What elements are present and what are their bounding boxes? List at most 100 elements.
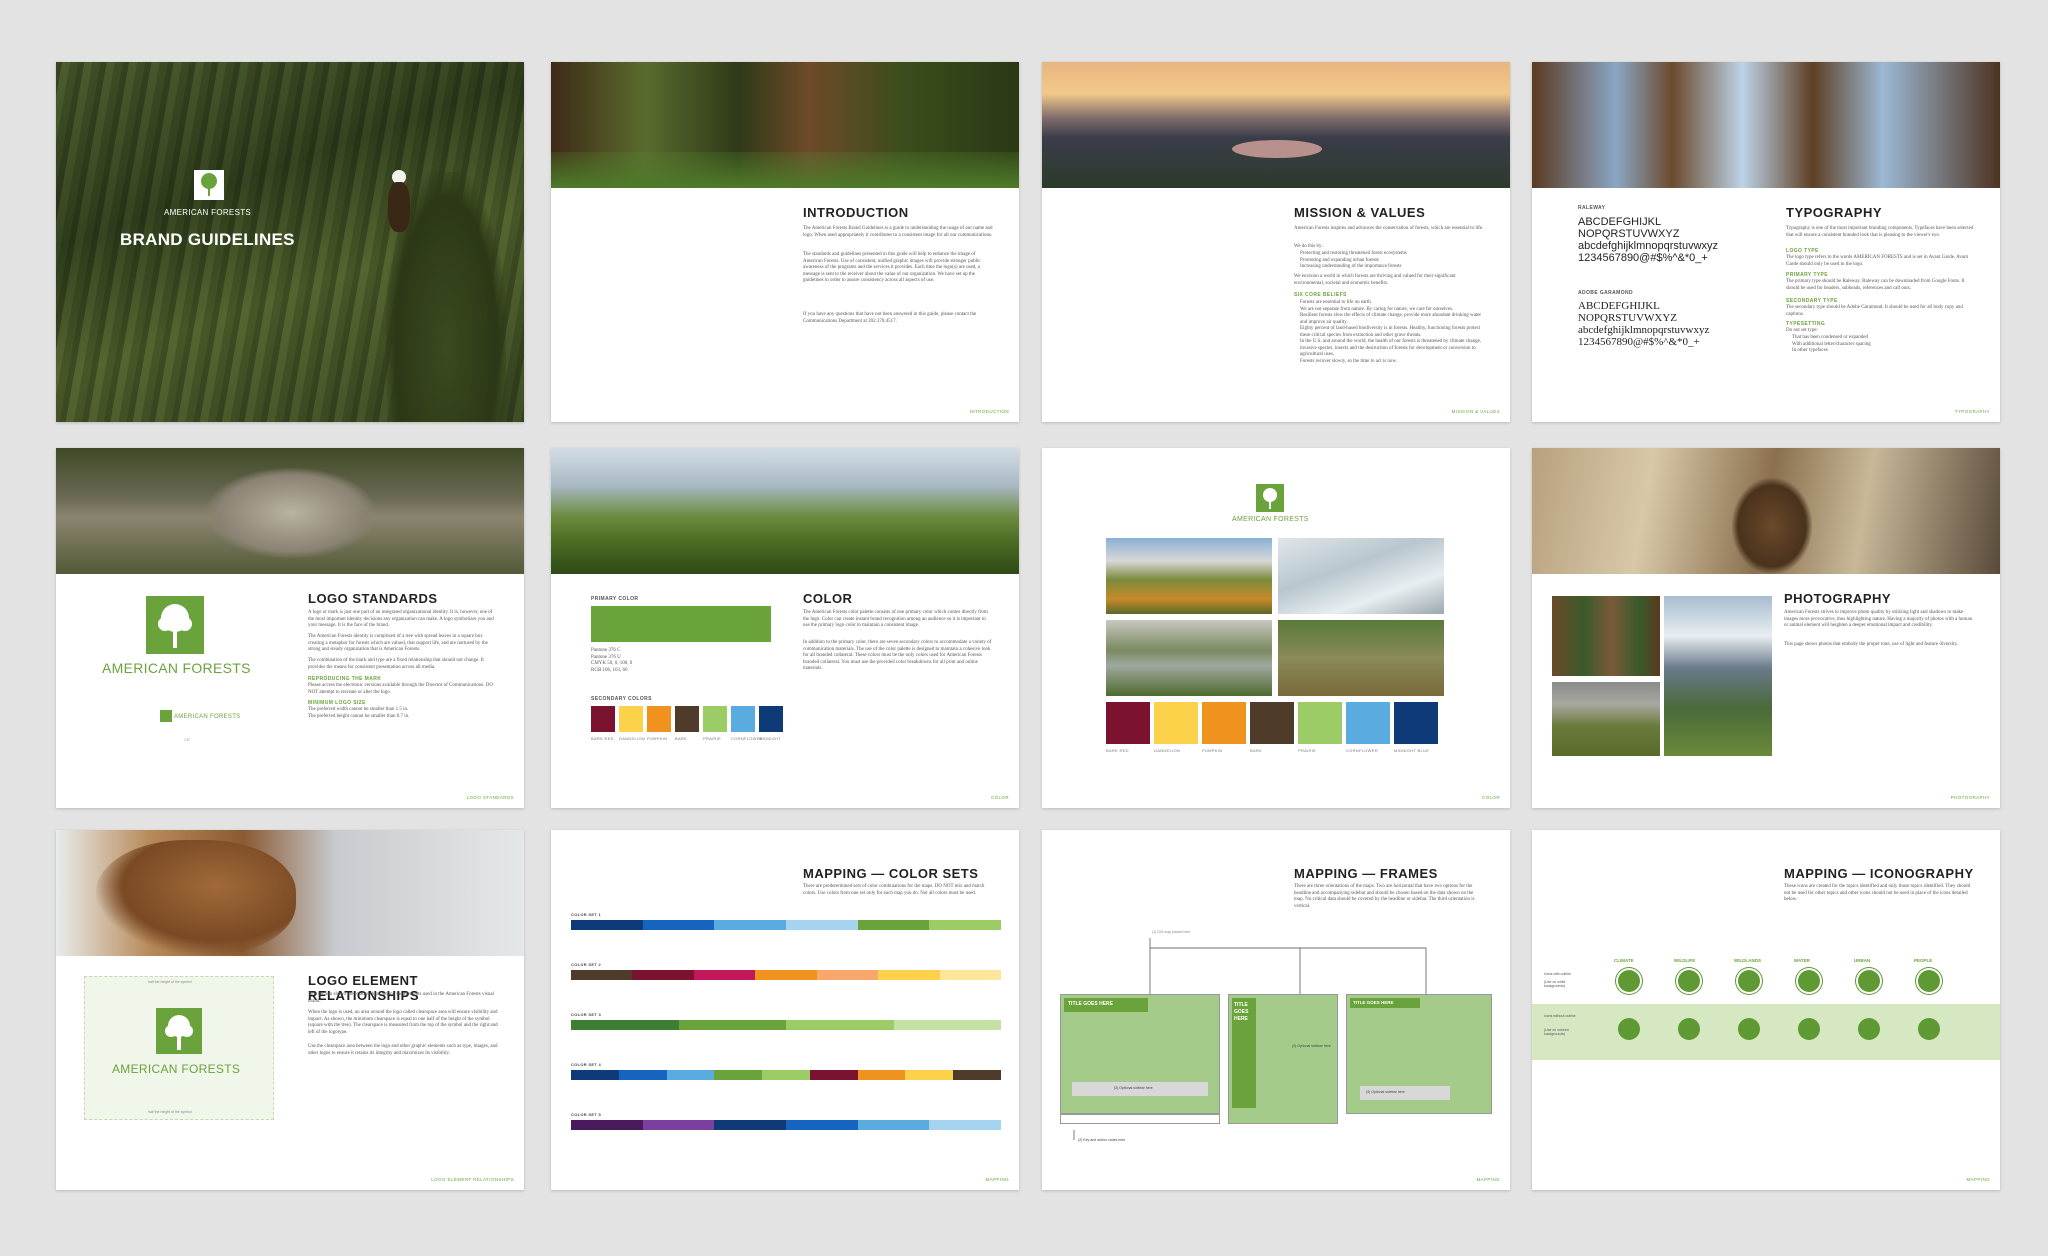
frames-footer: MAPPING (1476, 1177, 1500, 1182)
color-p2: In addition to the primary color, there … (803, 640, 992, 671)
logo-min-mark (160, 710, 172, 722)
photo-salmon (1278, 538, 1444, 614)
clear-logo-mark (156, 1008, 202, 1054)
color-set-chip (571, 1120, 643, 1130)
frame2-title-2: GOES (1234, 1009, 1249, 1015)
color-set-chip (714, 1120, 786, 1130)
tree-icon (158, 604, 192, 648)
primary-type-label: PRIMARY TYPE (1786, 272, 1829, 278)
page-frames[interactable]: MAPPING — FRAMES There are three orienta… (1042, 830, 1510, 1190)
logo-size-label: 1.5" (184, 738, 191, 742)
photo-mountain-autumn (1106, 538, 1272, 614)
swatch-cornflower (731, 706, 755, 732)
climate-icon (1618, 1018, 1640, 1040)
elk-shape (1732, 478, 1812, 574)
page-typography[interactable]: RALEWAY ABCDEFGHIJKL NOPQRSTUVWXYZ abcde… (1532, 62, 2000, 422)
color-sets-footer: MAPPING (985, 1177, 1009, 1182)
color-set-chip (809, 1070, 858, 1080)
palette-swatch-label: PUMPKIN (1202, 748, 1223, 753)
frame2-sidebar-label: (3) Optional sidebar here (1292, 1044, 1331, 1048)
palette-swatch-label: BARK (1250, 748, 1263, 753)
logo-footer: LOGO STANDARDS (466, 795, 514, 800)
color-set-chip (762, 1070, 810, 1080)
color-set-label: COLOR SET 5 (571, 1112, 601, 1117)
color-set-chip (714, 920, 786, 930)
page-photography[interactable]: PHOTOGRAPHY American Forests strives to … (1532, 448, 2000, 808)
swatch-label: PUMPKIN (647, 736, 668, 741)
iconography-footer: MAPPING (1966, 1177, 1990, 1182)
icon-category-label: PEOPLE (1914, 958, 1933, 963)
photo-redwoods (1552, 596, 1660, 676)
people-icon (1918, 970, 1940, 992)
photo-p2: This page shows photos that embody the p… (1784, 642, 1958, 647)
icon-category-label: WILDLANDS (1734, 958, 1761, 963)
tree-icon (201, 173, 217, 196)
color-set-chip (857, 1120, 930, 1130)
logo-type-label: LOGO TYPE (1786, 248, 1819, 254)
typography-footer: TYPOGRAPHY (1954, 409, 1990, 414)
palette-swatch (1346, 702, 1390, 744)
page-mission-values[interactable]: MISSION & VALUES American Forests inspir… (1042, 62, 1510, 422)
intro-p3: If you have any questions that have not … (803, 312, 977, 324)
cover-title: BRAND GUIDELINES (120, 230, 295, 249)
page-introduction[interactable]: INTRODUCTION The American Forests Brand … (551, 62, 1019, 422)
palette-swatch (1202, 702, 1246, 744)
photo-lake (1106, 620, 1272, 696)
page-logo-relationships[interactable]: half the height of the symbol half the h… (56, 830, 524, 1190)
intro-p2: The standards and guidelines presented i… (803, 252, 981, 283)
logo-p1: A logo or mark is just one part of an in… (308, 610, 494, 628)
typo-list: That has been condensed or expanded With… (1792, 335, 1976, 355)
color-set-chip (666, 1070, 715, 1080)
beliefs-title: SIX CORE BELIEFS (1294, 292, 1347, 298)
font2-name: ADOBE GARAMOND (1578, 290, 1634, 296)
color-set-chip (786, 1120, 858, 1130)
icon-grid: CLIMATE WILDLIFE WILDLANDS WATER URBAN PEOPLE (1532, 830, 2000, 1190)
primary-color-label: PRIMARY COLOR (591, 596, 639, 602)
palette-swatch (1298, 702, 1342, 744)
meadow-hero-photo (551, 448, 1019, 574)
logo-p3: The combination of the mark and type are… (308, 658, 484, 670)
intro-p1: The American Forests Brand Guidelines is… (803, 226, 993, 238)
typo-p1: Typography is one of the most important … (1786, 226, 1974, 238)
bear-shape (96, 840, 296, 956)
page-color[interactable]: PRIMARY COLOR Pantone 376 C Pantone 376 … (551, 448, 1019, 808)
swatch-pumpkin (647, 706, 671, 732)
swatch-label: MIDNIGHT (759, 736, 782, 741)
clearspace-note-top: half the height of the symbol (148, 980, 192, 984)
logo-p2: The American Forests identity is compris… (308, 634, 488, 652)
list-item: Resilient forests slow the effects of cl… (1300, 313, 1482, 325)
font1-nums: 1234567890@#$%^&*0_+ (1578, 252, 1708, 264)
color-set-label: COLOR SET 3 (571, 1012, 601, 1017)
logo-sub2: MINIMUM LOGO SIZE (308, 700, 366, 706)
wildlife-icon (1678, 970, 1700, 992)
logo-p4: Please access the electronic versions av… (308, 683, 493, 695)
color-set-chip (878, 970, 940, 980)
color-set-chip (939, 970, 1001, 980)
page-color-palette-photos[interactable]: AMERICAN FORESTS BARK RED DANDELION PUMPKI… (1042, 448, 1510, 808)
owl-shape (206, 468, 376, 558)
eagle-body (388, 182, 410, 232)
photo-planting (1278, 620, 1444, 696)
icon-category-label: CLIMATE (1614, 958, 1634, 963)
logo-min-text: AMERICAN FORESTS (174, 714, 241, 720)
list-item: Forests recover slowly, so the time to a… (1300, 358, 1397, 364)
logo-p6: The preferred height cannot be smaller t… (308, 714, 410, 719)
frame3-sidebar-label: (3) Optional sidebar here (1366, 1090, 1405, 1094)
rel-p2: When the logo is used, an area around th… (308, 1010, 498, 1035)
page-iconography[interactable]: MAPPING — ICONOGRAPHY These icons are cr… (1532, 830, 2000, 1190)
icon-category-label: URBAN (1854, 958, 1871, 963)
logo-sub1: REPRODUCING THE MARK (308, 676, 382, 682)
page-logo-standards[interactable]: LOGO STANDARDS AMERICAN FORESTS AMERICAN… (56, 448, 524, 808)
color-sets-list: COLOR SET 1 COLOR SET 2 COLOR SET 3 COLOR S… (571, 912, 1001, 1172)
palette-swatch-label: MIDNIGHT BLUE (1394, 748, 1430, 753)
frame3-title: TITLE GOES HERE (1353, 1000, 1394, 1005)
page-color-sets[interactable]: MAPPING — COLOR SETS There are predeterm… (551, 830, 1019, 1190)
wildlands-icon (1738, 1018, 1760, 1040)
color-set-chip (642, 1120, 715, 1130)
cover-brand: AMERICAN FORESTS (164, 208, 252, 217)
frame-horizontal-1 (1060, 994, 1220, 1114)
brand-guidelines-board: AMERICAN FORESTS BRAND GUIDELINES INTROD… (0, 0, 2048, 1256)
page-cover[interactable]: AMERICAN FORESTS BRAND GUIDELINES (56, 62, 524, 422)
swatch-bark-red (591, 706, 615, 732)
color-sets-title: MAPPING — COLOR SETS (803, 866, 979, 881)
